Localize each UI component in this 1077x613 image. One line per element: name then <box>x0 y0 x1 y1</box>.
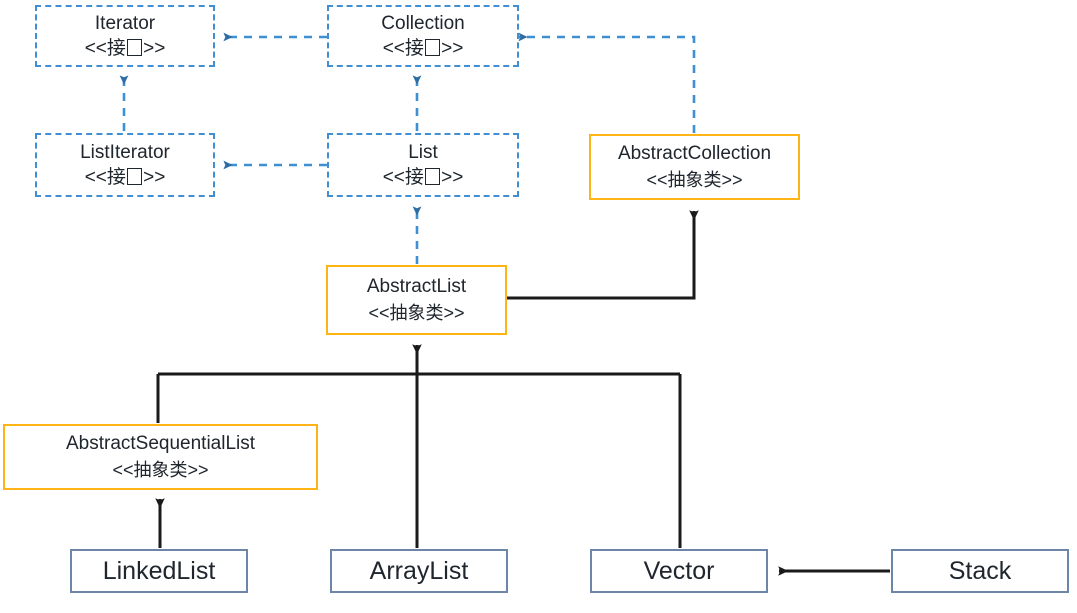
node-abstractsequentiallist-name: AbstractSequentialList <box>65 433 256 454</box>
edge-abstractcollection-to-collection <box>518 32 696 133</box>
edge-abstractlist-to-abstractcollection <box>507 210 699 300</box>
node-abstractlist-stereotype: <<抽象类>> <box>368 303 465 323</box>
node-iterator-name: Iterator <box>94 12 156 34</box>
node-iterator-stereotype: <<接 >> <box>84 37 166 59</box>
node-linkedlist-name: LinkedList <box>102 557 216 585</box>
node-linkedlist[interactable]: LinkedList <box>70 549 248 593</box>
node-list[interactable]: List <<接 >> <box>327 133 519 197</box>
edge-layer: Iterator (dashed, leftward) --> Collecti… <box>119 32 890 576</box>
node-abstractcollection[interactable]: AbstractCollection <<抽象类>> <box>589 134 800 200</box>
node-abstractsequentiallist-stereotype: <<抽象类>> <box>112 460 209 480</box>
missing-glyph-icon <box>424 168 441 185</box>
node-stack-name: Stack <box>948 557 1012 585</box>
missing-glyph-icon <box>126 168 143 185</box>
node-abstractsequentiallist[interactable]: AbstractSequentialList <<抽象类>> <box>3 424 318 490</box>
node-abstractcollection-stereotype: <<抽象类>> <box>646 170 743 190</box>
node-arraylist-name: ArrayList <box>369 557 469 585</box>
missing-glyph-icon <box>126 39 143 56</box>
node-listiterator-stereotype: <<接 >> <box>84 166 166 188</box>
node-abstractlist-name: AbstractList <box>366 276 467 297</box>
node-listiterator[interactable]: ListIterator <<接 >> <box>35 133 215 197</box>
node-list-stereotype: <<接 >> <box>382 166 464 188</box>
uml-class-diagram: Iterator (dashed, leftward) --> Collecti… <box>0 0 1077 613</box>
missing-glyph-icon <box>424 39 441 56</box>
node-listiterator-name: ListIterator <box>80 141 170 163</box>
node-arraylist[interactable]: ArrayList <box>330 549 508 593</box>
node-collection-stereotype: <<接 >> <box>382 37 464 59</box>
node-collection[interactable]: Collection <<接 >> <box>327 5 519 67</box>
node-abstractlist[interactable]: AbstractList <<抽象类>> <box>326 265 507 335</box>
node-stack[interactable]: Stack <box>891 549 1069 593</box>
node-iterator[interactable]: Iterator <<接 >> <box>35 5 215 67</box>
node-collection-name: Collection <box>381 12 465 34</box>
node-vector[interactable]: Vector <box>590 549 768 593</box>
node-vector-name: Vector <box>643 557 715 585</box>
node-abstractcollection-name: AbstractCollection <box>617 143 772 164</box>
node-list-name: List <box>408 141 438 163</box>
